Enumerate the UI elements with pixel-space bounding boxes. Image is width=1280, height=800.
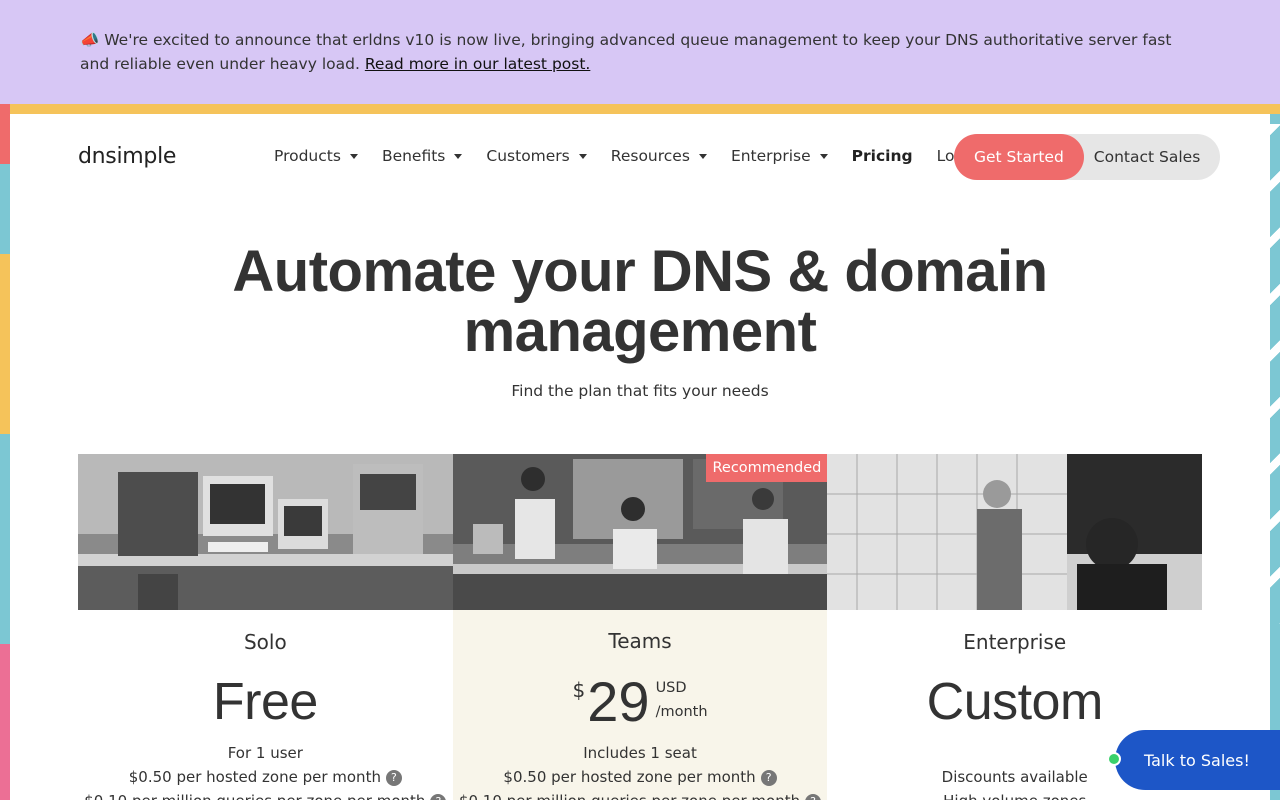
pricing-plans: Solo Free For 1 user $0.50 per hosted zo… (78, 454, 1203, 800)
caret-down-icon (349, 153, 358, 159)
help-icon[interactable]: ? (760, 770, 777, 786)
plan-teams: Recommended Teams $ 29 USD/month Include… (452, 454, 828, 800)
plan-image-solo (78, 454, 453, 610)
page-title: Automate your DNS & domain management (232, 239, 1048, 364)
caret-down-icon (578, 153, 587, 159)
plan-name: Teams (608, 629, 672, 653)
plan-feature: High volume zones (827, 792, 1202, 800)
plan-name: Enterprise (963, 630, 1067, 654)
announcement-bar: 📣 We're excited to announce that erldns … (0, 0, 1280, 104)
nav-enterprise[interactable]: Enterprise (731, 147, 828, 165)
help-icon[interactable]: ? (385, 770, 402, 786)
plan-price: Free (212, 673, 318, 731)
nav-benefits[interactable]: Benefits (382, 147, 463, 165)
plan-price: Custom (926, 673, 1104, 731)
plan-image-enterprise (827, 454, 1203, 610)
plan-image-teams: Recommended (452, 454, 828, 610)
plan-feature: Includes 1 seat (583, 744, 697, 762)
top-nav: dnsimple Products Benefits Customers Res… (10, 114, 1270, 200)
plan-feature: $0.10 per million queries per zone per m… (78, 792, 453, 800)
cta-group: Get Started Contact Sales (954, 134, 1221, 180)
get-started-button[interactable]: Get Started (954, 134, 1084, 180)
plan-price: $ 29 USD/month (572, 670, 708, 733)
plan-solo: Solo Free For 1 user $0.50 per hosted zo… (78, 454, 453, 800)
page-subtitle: Find the plan that fits your needs (511, 382, 769, 400)
announcement-text: We're excited to announce that erldns v1… (80, 31, 1172, 73)
megaphone-icon: 📣 (80, 31, 100, 49)
talk-to-sales-button[interactable]: Talk to Sales! (1115, 730, 1280, 790)
help-icon[interactable]: ? (805, 794, 822, 800)
nav-products[interactable]: Products (274, 147, 358, 165)
nav-pricing[interactable]: Pricing (852, 147, 913, 165)
plan-name: Solo (243, 630, 287, 654)
plan-feature: $0.50 per hosted zone per month? (453, 768, 828, 786)
plan-feature: $0.50 per hosted zone per month? (78, 768, 453, 786)
caret-down-icon (698, 153, 707, 159)
nav-resources[interactable]: Resources (611, 147, 707, 165)
caret-down-icon (454, 153, 463, 159)
contact-sales-button[interactable]: Contact Sales (1084, 134, 1221, 180)
plan-feature: $0.10 per million queries per zone per m… (453, 792, 828, 800)
nav-menu: Products Benefits Customers Resources En… (274, 147, 1002, 165)
help-icon[interactable]: ? (430, 794, 447, 800)
nav-customers[interactable]: Customers (486, 147, 587, 165)
main-card: dnsimple Products Benefits Customers Res… (10, 114, 1270, 800)
logo[interactable]: dnsimple (78, 144, 176, 169)
caret-down-icon (819, 153, 828, 159)
announcement-link[interactable]: Read more in our latest post. (365, 55, 591, 73)
recommended-badge: Recommended (706, 454, 828, 482)
plan-feature: For 1 user (227, 744, 303, 762)
online-status-icon (1107, 752, 1121, 766)
